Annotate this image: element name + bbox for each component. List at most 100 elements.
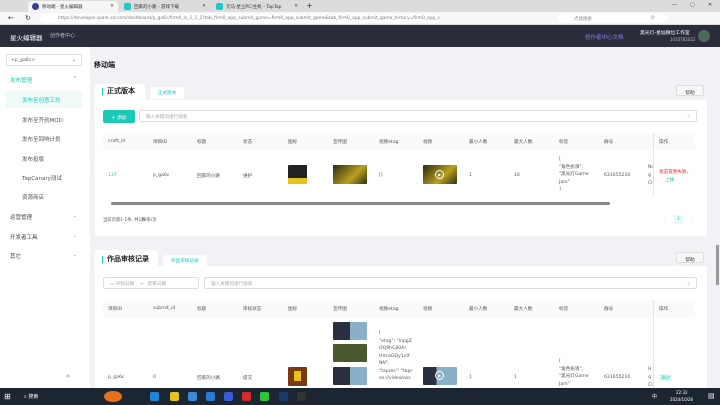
notification-icon[interactable]: ▤	[708, 392, 715, 400]
column-header: 群号	[604, 307, 614, 312]
tab-favicon-icon	[216, 3, 223, 10]
wps-icon[interactable]	[242, 392, 251, 401]
photoshop-icon[interactable]	[279, 392, 288, 401]
history-search-input[interactable]: 输入关键词进行搜索 ⌕	[204, 277, 697, 289]
cell-line: "tapres": "tapr	[379, 368, 413, 374]
cell-min-players: 1	[469, 375, 472, 380]
back-icon[interactable]: ←	[8, 14, 14, 22]
window-close-button[interactable]: ✕	[708, 2, 712, 8]
tab-history[interactable]: 作品审核记录	[163, 255, 207, 267]
sidebar-item-mod[interactable]: 发布至芥创MOD	[22, 116, 63, 124]
craft-id-link[interactable]: 137	[108, 173, 117, 178]
cell-tags: ["角色扮演", "黑光灯Game Jam"	[559, 358, 589, 388]
browser-tab[interactable]: 移动端 - 星火编辑器 ✕	[28, 1, 118, 12]
tab-release[interactable]: 正式版本	[150, 87, 185, 99]
chevron-down-icon: ⌄	[72, 213, 77, 219]
clock-time[interactable]: 22:32	[676, 390, 688, 395]
app-icon[interactable]	[224, 392, 233, 401]
page-1-button[interactable]: 1	[674, 215, 683, 224]
user-id: 1033782022	[670, 37, 696, 42]
cell-tags: ["角色扮演", "黑光灯Game Jam"]	[559, 156, 589, 194]
close-icon[interactable]: ✕	[110, 4, 114, 9]
docs-link[interactable]: 创作者中心文档	[585, 33, 624, 41]
close-icon[interactable]: ✕	[294, 4, 298, 9]
sidebar-item-tapcanary[interactable]: TapCanary测试	[22, 174, 62, 182]
column-header: 项目ID	[153, 140, 168, 145]
end-date[interactable]: 结束日期	[148, 282, 166, 287]
project-select[interactable]: <p_ga6c> ⌄	[6, 54, 82, 66]
project-select-value: <p_ga6c>	[11, 58, 36, 63]
cell-status: 维护	[243, 174, 253, 179]
cell-line: es://video/oss	[379, 376, 411, 381]
sidebar-group-release[interactable]: 发布管理	[10, 76, 32, 84]
edge-icon[interactable]	[150, 392, 159, 401]
cell-line: Jam"	[559, 381, 570, 387]
horizontal-scrollbar[interactable]	[111, 202, 610, 205]
browser-tab[interactable]: 回家的小路 - 游戏下载 ✕	[120, 1, 210, 12]
help-button[interactable]: 帮助	[676, 252, 704, 263]
sidebar-item-echo[interactable]: 发布至回响计划	[22, 135, 61, 143]
wechat-icon[interactable]	[260, 392, 269, 401]
cell-submit-id: 0	[153, 375, 156, 380]
game-icon-image	[288, 367, 307, 386]
approve-link[interactable]: 通过	[659, 374, 673, 382]
sidebar-group-other[interactable]: 其它	[10, 252, 21, 260]
release-search-input[interactable]: 输入关键词进行搜索 ⌕	[139, 110, 697, 122]
start-date[interactable]: 开始日期	[116, 282, 134, 287]
prev-page-button[interactable]: ‹	[664, 217, 666, 222]
cell-line: Ni	[648, 165, 653, 170]
online-link[interactable]: 上线	[665, 177, 674, 183]
sidebar-item-workshop[interactable]: 发布至创意工坊	[22, 96, 61, 104]
next-page-button[interactable]: ›	[690, 217, 692, 222]
page-size-select[interactable]: 10条/页	[141, 217, 157, 223]
minimize-button[interactable]: —	[672, 2, 677, 8]
ime-indicator[interactable]: 中	[652, 393, 657, 400]
taskbar-search[interactable]: ⌕ 搜索	[24, 393, 38, 400]
cell-line: g	[648, 173, 651, 178]
close-icon[interactable]: ✕	[202, 4, 206, 9]
cell-title: 回家的小路	[197, 376, 220, 381]
sidebar-group-ops[interactable]: 运营管理	[10, 213, 32, 221]
help-button[interactable]: 帮助	[676, 85, 704, 96]
maximize-button[interactable]: ▢	[690, 2, 695, 8]
cell-line: Jam"	[559, 179, 570, 185]
tab-favicon-icon	[124, 3, 131, 10]
browser-tab[interactable]: 元马·星尘PC/主机 - TapTap ✕	[212, 1, 302, 12]
url-input[interactable]: https://developer.spark.xd.com/dashboard…	[40, 14, 440, 23]
refresh-icon[interactable]: ↻	[25, 14, 31, 22]
add-button[interactable]: + 添加	[103, 110, 135, 123]
cell-line: H	[648, 367, 652, 372]
page-scrollbar[interactable]	[716, 245, 719, 285]
cell-etag: ["etag": "lnpgZ OQ9hGjI0Ar HXcaGQy1xlf NN",…	[379, 330, 412, 383]
sidebar-group-devtools[interactable]: 开发者工具	[10, 233, 38, 241]
tab-title: 元马·星尘PC/主机 - TapTap	[226, 5, 282, 10]
cell-line: q	[648, 375, 651, 380]
promo-image	[333, 165, 367, 184]
store-icon[interactable]	[188, 392, 197, 401]
column-header: 操作	[659, 307, 669, 312]
column-header: 标题	[197, 140, 207, 145]
weather-icon[interactable]	[104, 391, 122, 402]
sidebar-item-store[interactable]: 资源商店	[22, 193, 44, 201]
sidebar-item-publish[interactable]: 发布投版	[22, 155, 44, 163]
cell-max-players: 1	[514, 375, 517, 380]
mail-icon[interactable]	[206, 392, 215, 401]
cell-line: "黑光灯Game	[559, 374, 589, 379]
app-logo[interactable]: 星火编辑器	[10, 32, 43, 42]
avatar[interactable]	[698, 30, 710, 42]
app-icon[interactable]	[297, 392, 306, 401]
clock-date[interactable]: 2024/10/26	[670, 397, 693, 402]
date-range-picker[interactable]: ▭ 开始日期 → 结束日期	[103, 277, 199, 289]
file-explorer-icon[interactable]	[170, 392, 179, 401]
icon-figure	[294, 371, 301, 381]
windows-start-icon[interactable]: ⊞	[4, 392, 11, 401]
collapse-sidebar-button[interactable]: «	[66, 372, 70, 380]
favorites-icon[interactable]: ☆	[650, 14, 655, 21]
new-tab-button[interactable]: +	[306, 1, 313, 10]
sidebar: <p_ga6c> ⌄ 发布管理 ^ 发布至创意工坊 发布至芥创MOD 发布至回响计划…	[0, 47, 90, 388]
column-header: 宣传图	[333, 307, 347, 312]
video-thumbnail[interactable]: ▶	[423, 367, 457, 385]
chevron-up-icon: ^	[72, 76, 77, 82]
video-thumbnail[interactable]: ▶	[423, 165, 457, 184]
column-header: 图标	[288, 140, 298, 145]
